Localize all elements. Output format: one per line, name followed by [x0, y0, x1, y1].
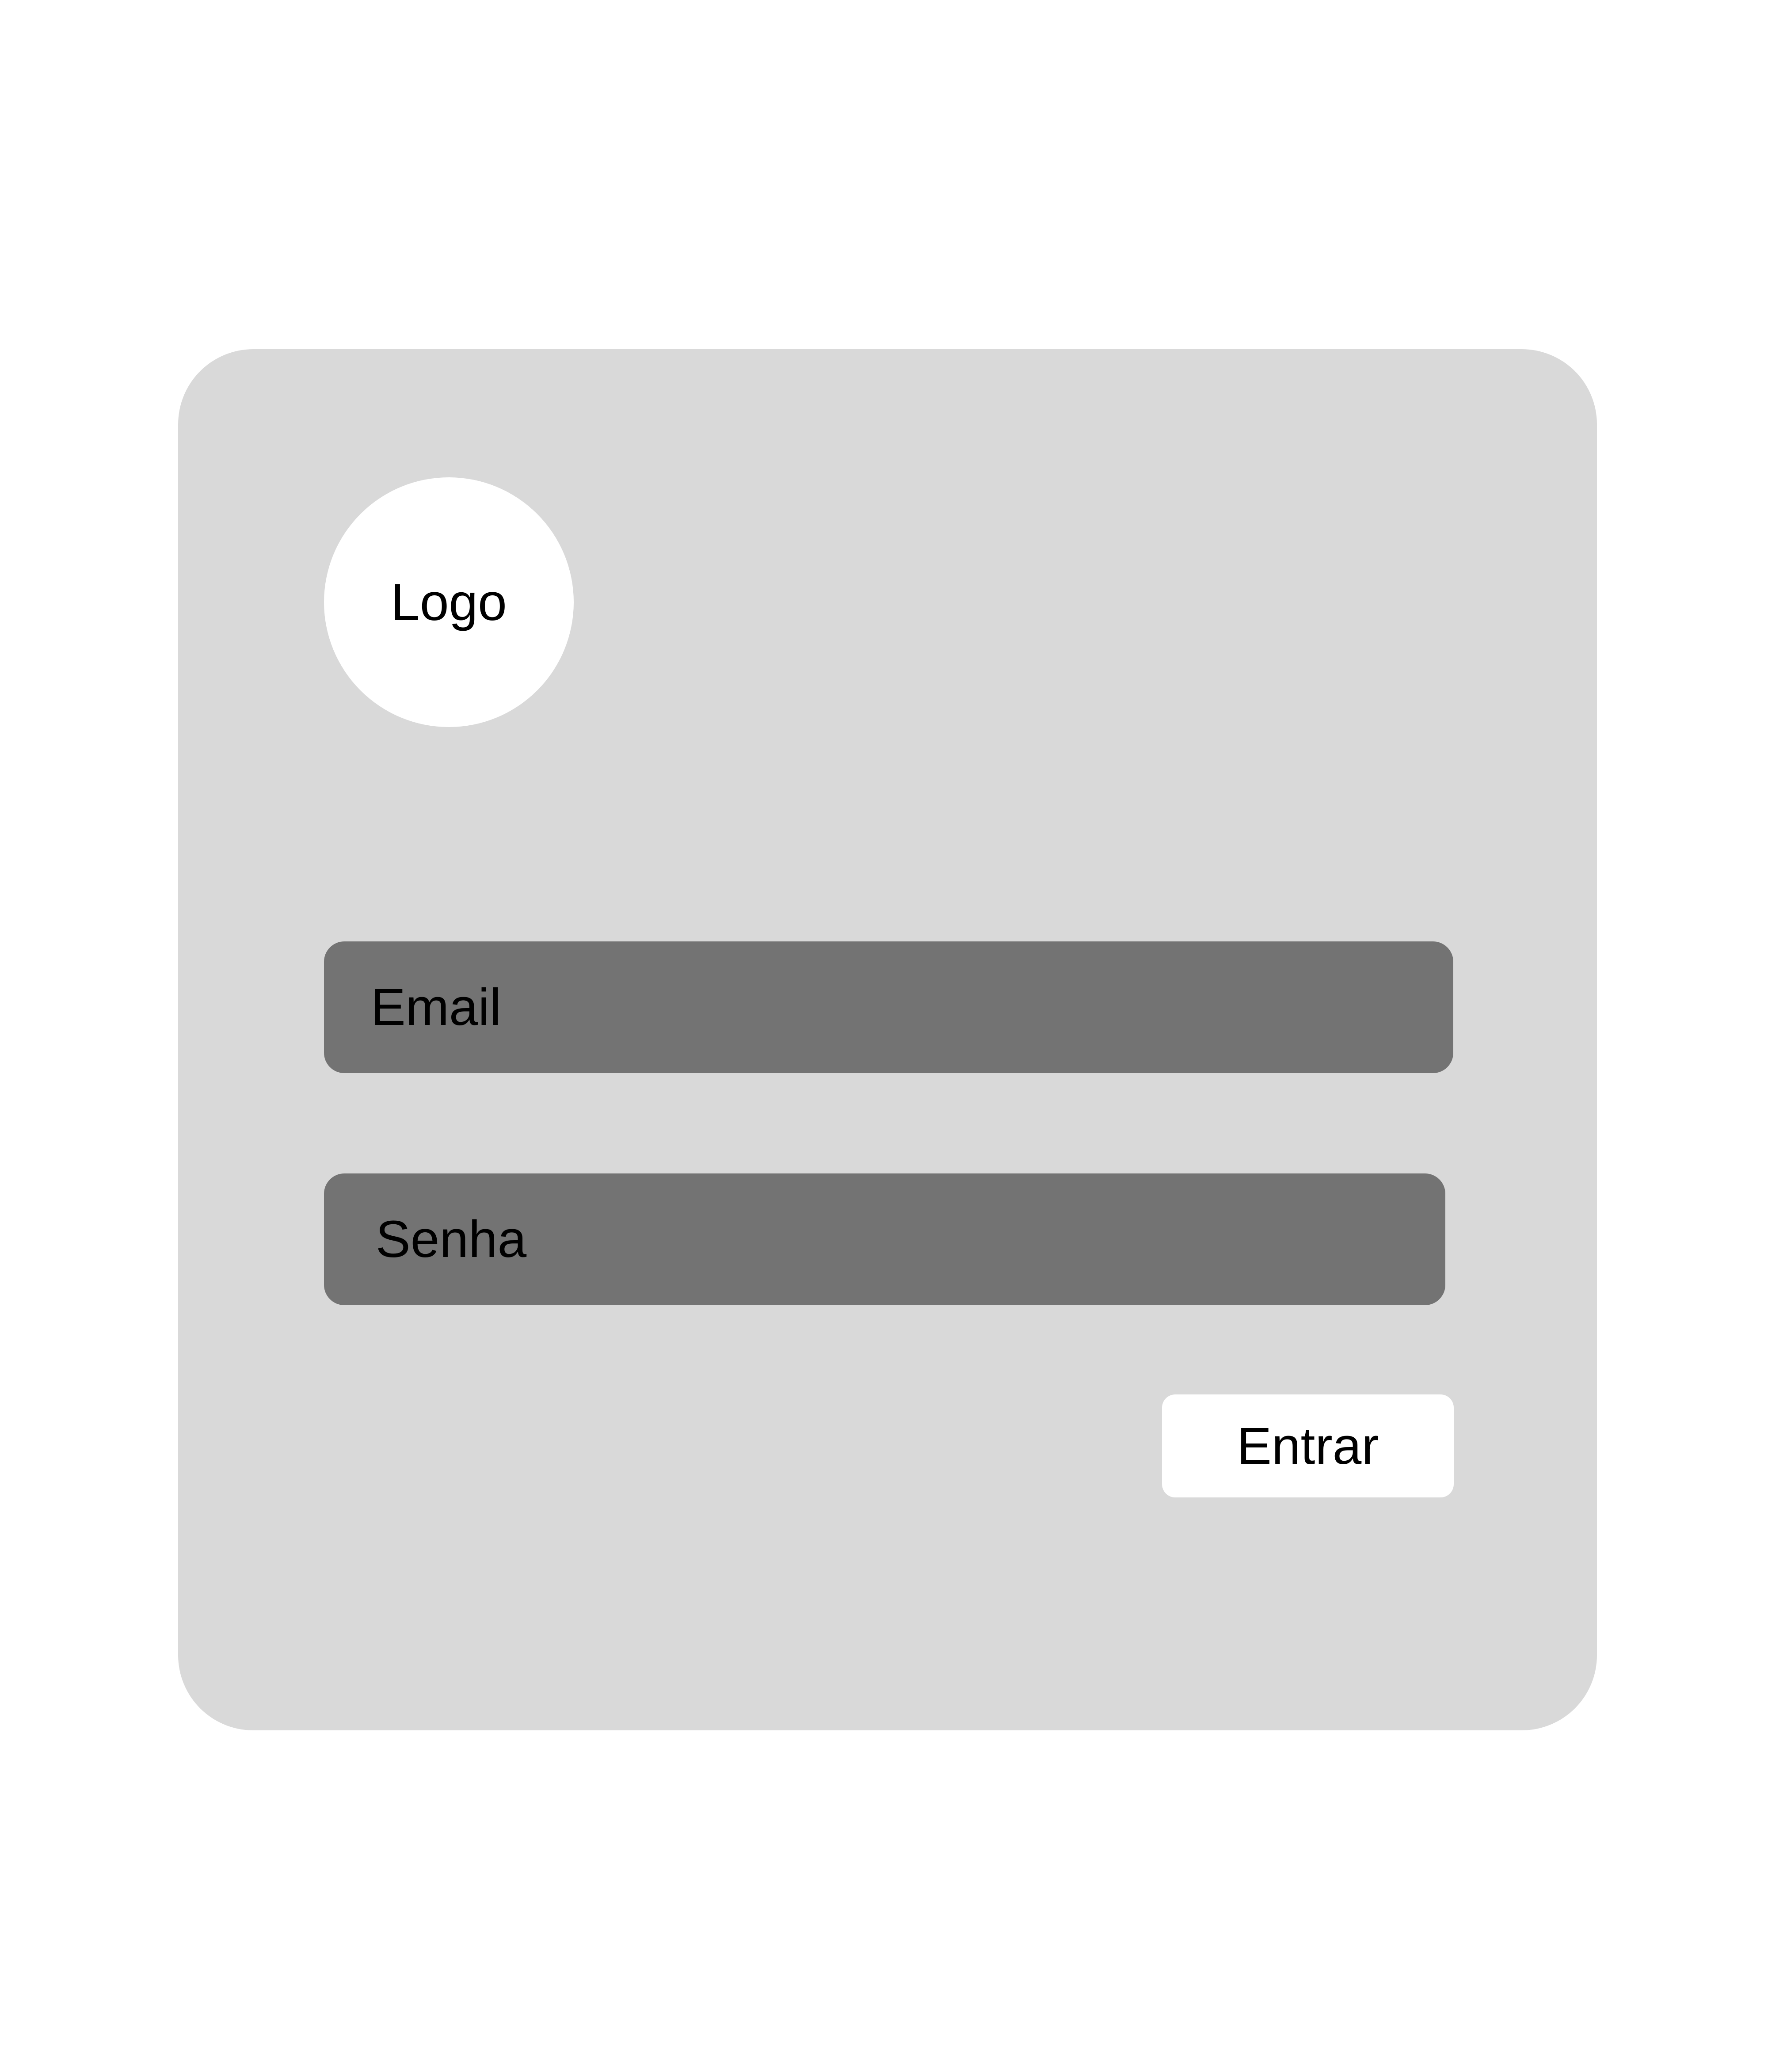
login-button[interactable]: Entrar [1162, 1394, 1454, 1497]
logo: Logo [324, 477, 574, 727]
email-field[interactable]: Email [324, 941, 1453, 1073]
login-button-label: Entrar [1237, 1417, 1379, 1475]
password-field[interactable]: Senha [324, 1173, 1445, 1305]
logo-label: Logo [391, 573, 507, 632]
password-placeholder: Senha [376, 1210, 527, 1268]
login-card: Logo Email Senha Entrar [178, 349, 1597, 1730]
page: Logo Email Senha Entrar [0, 0, 1768, 2072]
email-placeholder: Email [371, 978, 502, 1036]
